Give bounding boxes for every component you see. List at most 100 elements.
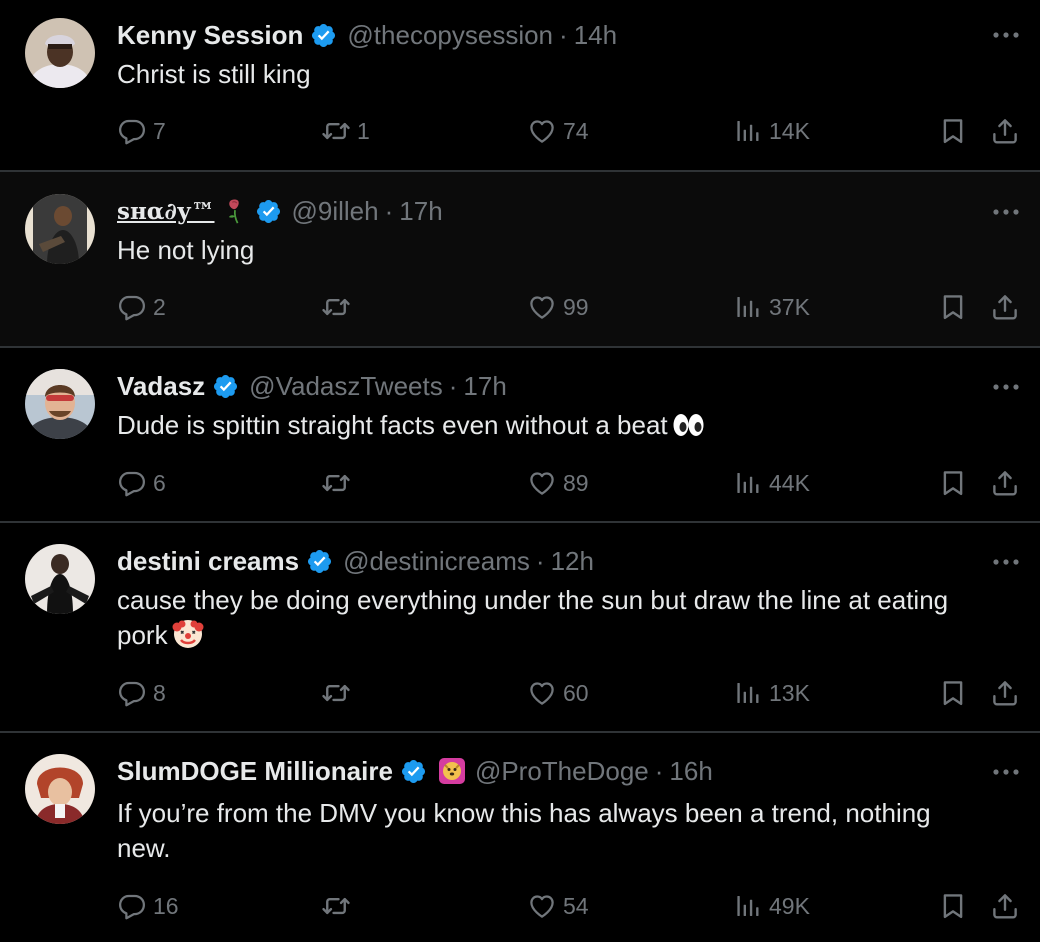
reply-icon — [117, 678, 147, 708]
separator: · — [654, 755, 664, 786]
verified-badge-icon[interactable] — [400, 758, 427, 785]
doge-badge-icon[interactable] — [439, 758, 465, 784]
bookmark-icon — [938, 116, 968, 146]
share-icon — [990, 292, 1020, 322]
separator: · — [384, 195, 394, 226]
author-name[interactable]: SlumDOGE Millionaire — [117, 756, 393, 787]
timestamp[interactable]: 12h — [551, 546, 594, 577]
bookmark-icon — [938, 292, 968, 322]
timestamp[interactable]: 16h — [669, 756, 712, 787]
retweet-icon — [321, 292, 351, 322]
retweet-icon — [321, 468, 351, 498]
tweet-text-content: Dude is spittin straight facts even with… — [117, 410, 668, 440]
tweet-header: SlumDOGE Millionaire @ProTheDoge · 16h — [117, 755, 713, 787]
bookmark-button[interactable] — [938, 889, 968, 923]
avatar[interactable] — [25, 369, 95, 439]
more-options-icon[interactable] — [992, 557, 1020, 567]
share-button[interactable] — [990, 290, 1020, 324]
reply-button[interactable]: 6 — [117, 466, 166, 500]
retweet-button[interactable]: 1 — [321, 114, 370, 148]
retweet-button[interactable] — [321, 889, 357, 923]
tweet-1[interactable]: Kenny Session @thecopysession · 14h Chri… — [0, 0, 1040, 170]
like-button[interactable]: 99 — [527, 290, 589, 324]
tweet-4[interactable]: destini creams @destinicreams · 12h caus… — [0, 523, 1040, 731]
retweet-button[interactable] — [321, 466, 357, 500]
reply-icon — [117, 891, 147, 921]
bookmark-button[interactable] — [938, 114, 968, 148]
reply-button[interactable]: 8 — [117, 676, 166, 710]
retweet-icon — [321, 678, 351, 708]
action-bar: 8 60 13K — [0, 676, 1040, 710]
share-icon — [990, 891, 1020, 921]
retweet-button[interactable] — [321, 676, 357, 710]
tweet-2[interactable]: ѕнα∂у™ @9illeh · 17h He not lying 2 99 3… — [0, 172, 1040, 346]
timestamp[interactable]: 14h — [574, 20, 617, 51]
action-bar: 7 1 74 14K — [0, 114, 1040, 148]
separator: · — [535, 545, 545, 576]
retweet-button[interactable] — [321, 290, 357, 324]
share-button[interactable] — [990, 466, 1020, 500]
tweet-text: If you’re from the DMV you know this has… — [117, 796, 1007, 866]
avatar[interactable] — [25, 18, 95, 88]
bar-chart-icon — [733, 468, 763, 498]
reply-button[interactable]: 2 — [117, 290, 166, 324]
like-button[interactable]: 54 — [527, 889, 589, 923]
more-options-icon[interactable] — [992, 30, 1020, 40]
reply-count: 6 — [153, 469, 166, 496]
share-button[interactable] — [990, 114, 1020, 148]
avatar[interactable] — [25, 754, 95, 824]
reply-count: 8 — [153, 679, 166, 706]
views-button[interactable]: 13K — [733, 676, 810, 710]
reply-count: 7 — [153, 117, 166, 144]
view-count: 13K — [769, 679, 810, 706]
reply-button[interactable]: 16 — [117, 889, 179, 923]
like-button[interactable]: 74 — [527, 114, 589, 148]
views-button[interactable]: 49K — [733, 889, 810, 923]
views-button[interactable]: 44K — [733, 466, 810, 500]
bookmark-button[interactable] — [938, 290, 968, 324]
like-button[interactable]: 60 — [527, 676, 589, 710]
view-count: 44K — [769, 469, 810, 496]
verified-badge-icon[interactable] — [310, 22, 337, 49]
avatar[interactable] — [25, 544, 95, 614]
verified-badge-icon[interactable] — [255, 198, 282, 225]
share-button[interactable] — [990, 889, 1020, 923]
reply-icon — [117, 116, 147, 146]
timestamp[interactable]: 17h — [463, 371, 506, 402]
bookmark-button[interactable] — [938, 466, 968, 500]
tweet-5[interactable]: SlumDOGE Millionaire @ProTheDoge · 16h I… — [0, 733, 1040, 942]
views-button[interactable]: 14K — [733, 114, 810, 148]
tweet-text: He not lying — [117, 235, 255, 265]
bookmark-button[interactable] — [938, 676, 968, 710]
author-handle[interactable]: @destinicreams — [343, 546, 530, 577]
author-handle[interactable]: @ProTheDoge — [475, 756, 649, 787]
like-button[interactable]: 89 — [527, 466, 589, 500]
author-handle[interactable]: @9illeh — [292, 196, 379, 227]
tweet-3[interactable]: Vadasz @VadaszTweets · 17h Dude is spitt… — [0, 348, 1040, 521]
author-handle[interactable]: @thecopysession — [347, 20, 553, 51]
more-options-icon[interactable] — [992, 382, 1020, 392]
author-name[interactable]: Kenny Session — [117, 20, 303, 51]
verified-badge-icon[interactable] — [212, 373, 239, 400]
author-handle[interactable]: @VadaszTweets — [249, 371, 443, 402]
timestamp[interactable]: 17h — [399, 196, 442, 227]
author-name[interactable]: Vadasz — [117, 371, 205, 402]
author-name[interactable]: ѕнα∂у™ — [117, 198, 215, 225]
more-options-icon[interactable] — [992, 767, 1020, 777]
verified-badge-icon[interactable] — [306, 548, 333, 575]
views-button[interactable]: 37K — [733, 290, 810, 324]
more-options-icon[interactable] — [992, 207, 1020, 217]
reply-count: 2 — [153, 293, 166, 320]
like-count: 54 — [563, 892, 589, 919]
reply-icon — [117, 468, 147, 498]
reply-count: 16 — [153, 892, 179, 919]
reply-button[interactable]: 7 — [117, 114, 166, 148]
action-bar: 6 89 44K — [0, 466, 1040, 500]
share-button[interactable] — [990, 676, 1020, 710]
tweet-header: Kenny Session @thecopysession · 14h — [117, 19, 617, 51]
avatar[interactable] — [25, 194, 95, 264]
action-bar: 2 99 37K — [0, 290, 1040, 324]
tweet-text-content: pork — [117, 620, 168, 650]
author-name[interactable]: destini creams — [117, 546, 299, 577]
wilted-rose-icon — [222, 198, 248, 224]
